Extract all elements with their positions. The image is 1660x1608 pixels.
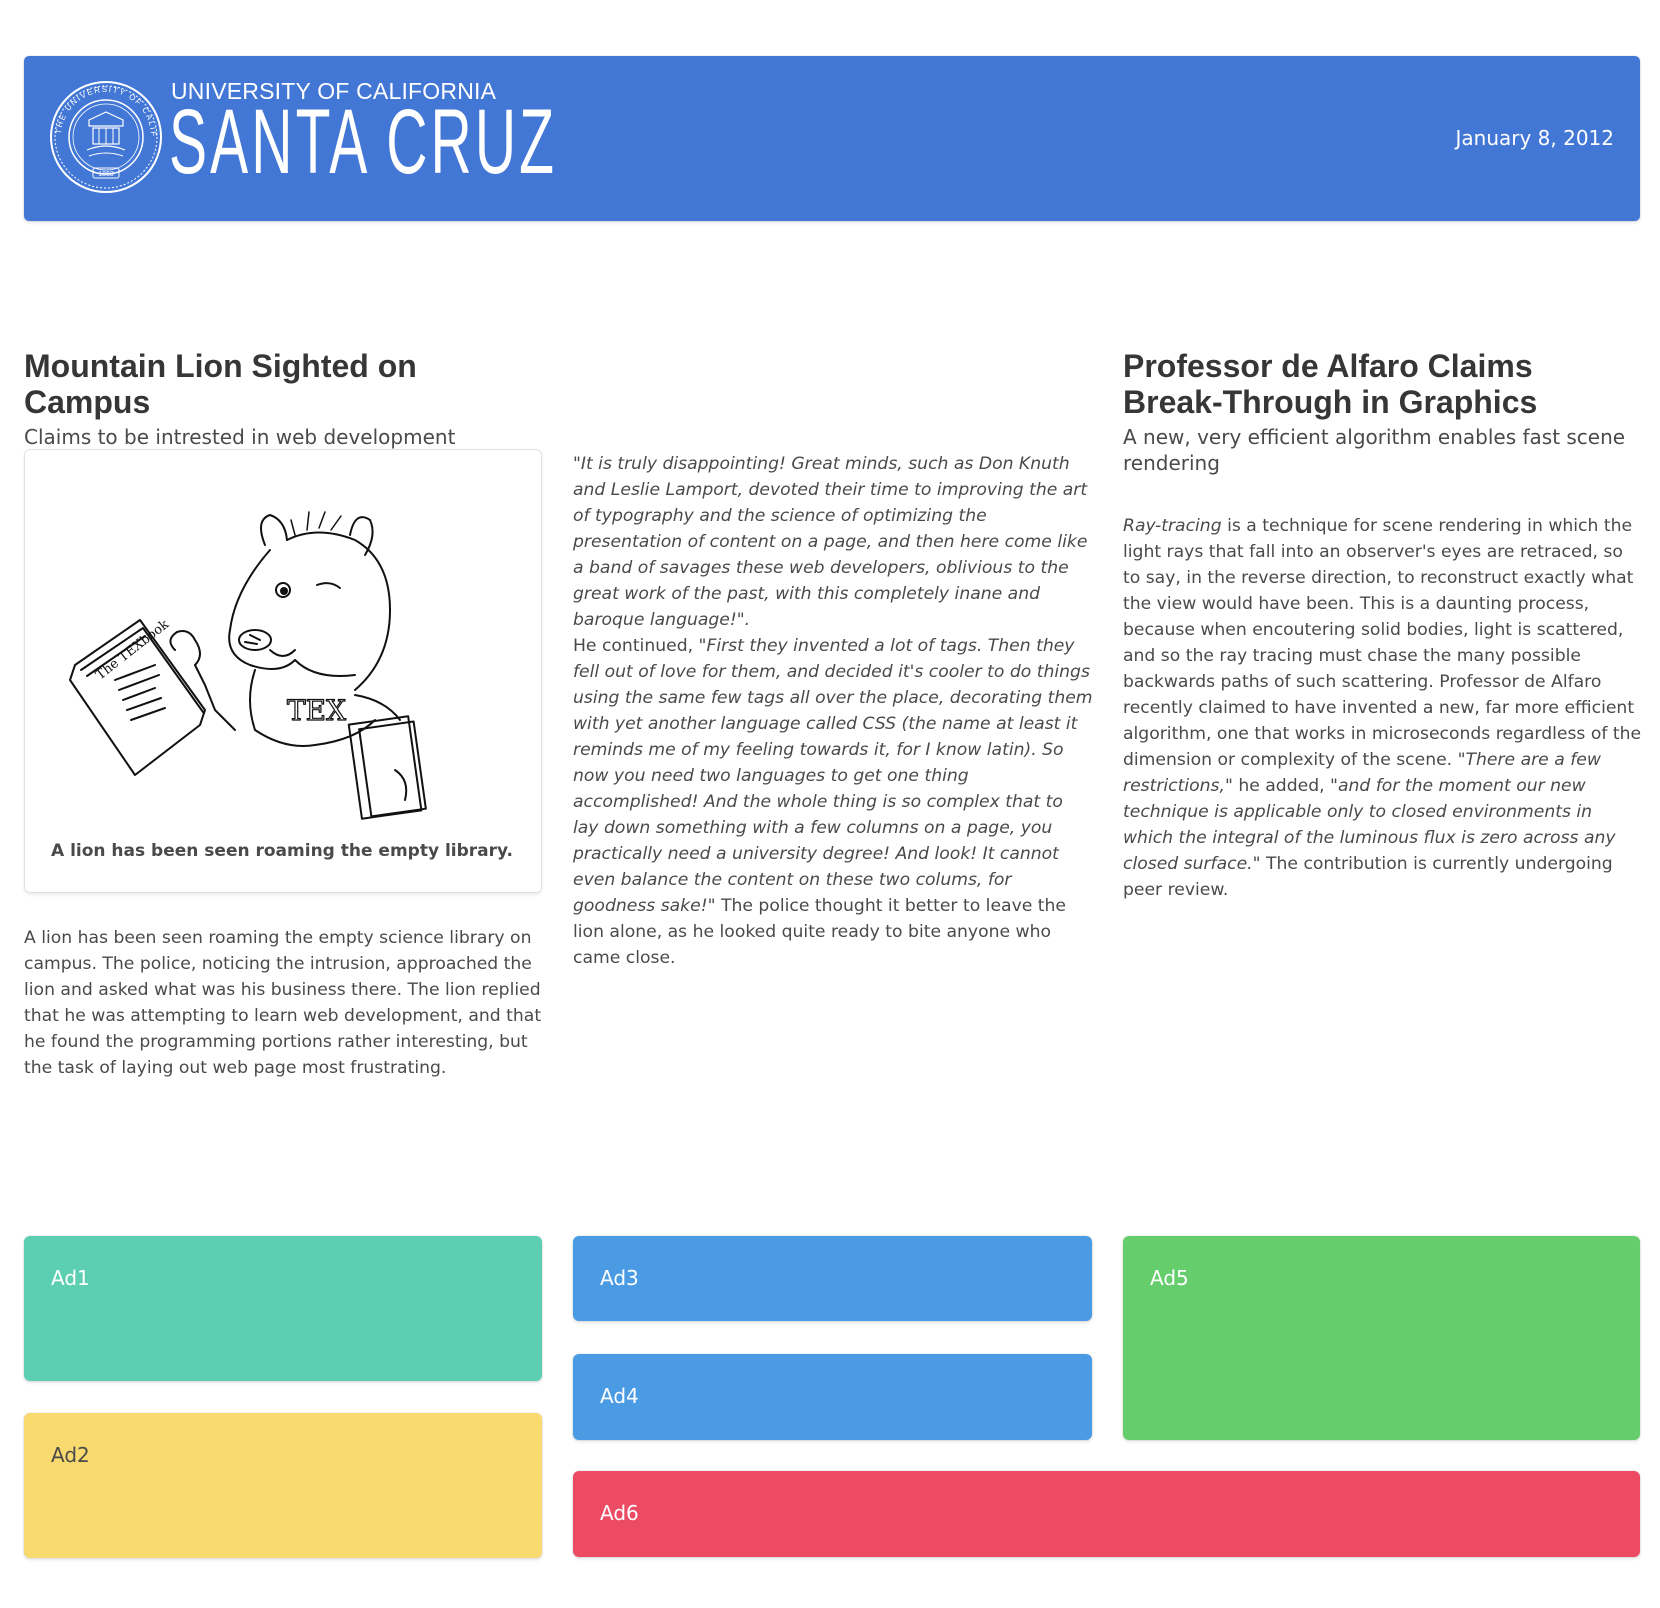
svg-text:1868: 1868 xyxy=(98,171,114,178)
article-graphics-header: Professor de Alfaro Claims Break-Through… xyxy=(1123,348,1641,476)
article-lion-body: A lion has been seen roaming the empty s… xyxy=(24,928,542,1078)
lion-illustration-icon: The TEXbook TEX xyxy=(69,511,427,820)
article-title: Professor de Alfaro Claims Break-Through… xyxy=(1123,348,1538,420)
quote-lead: He continued, xyxy=(573,636,699,656)
lion-quote-body: "It is truly disappointing! Great minds,… xyxy=(573,451,1093,971)
quote-first: "It is truly disappointing! Great minds,… xyxy=(573,454,1088,630)
quote-second: "First they invented a lot of tags. Then… xyxy=(573,636,1093,916)
ad-banner-1[interactable]: Ad1 xyxy=(24,1236,542,1381)
university-seal-icon: THE UNIVERSITY OF CALIFORNIA 1868 xyxy=(49,80,162,193)
header-date: January 8, 2012 xyxy=(1455,126,1614,150)
body-part-1: is a technique for scene rendering in wh… xyxy=(1123,516,1642,770)
svg-text:TEX: TEX xyxy=(287,694,346,727)
article-graphics-body: Ray-tracing is a technique for scene ren… xyxy=(1123,513,1643,903)
term-ray-tracing: Ray-tracing xyxy=(1123,516,1222,536)
ad-banner-5[interactable]: Ad5 xyxy=(1123,1236,1640,1440)
figure-caption: A lion has been seen roaming the empty l… xyxy=(51,841,514,861)
logo-campus-text: SANTA CRUZ xyxy=(169,91,558,193)
site-header: THE UNIVERSITY OF CALIFORNIA 1868 UNIVER… xyxy=(24,56,1640,221)
article-title: Mountain Lion Sighted on Campus xyxy=(24,348,417,420)
lion-figure-card: The TEXbook TEX A lion has been seen roa… xyxy=(24,449,542,893)
body-mid: he added, xyxy=(1232,776,1331,796)
ad-banner-4[interactable]: Ad4 xyxy=(573,1354,1092,1440)
article-subtitle: Claims to be intrested in web developmen… xyxy=(24,425,456,449)
ad-banner-3[interactable]: Ad3 xyxy=(573,1236,1092,1321)
ad-banner-6[interactable]: Ad6 xyxy=(573,1471,1640,1557)
ad-banner-2[interactable]: Ad2 xyxy=(24,1413,542,1558)
article-subtitle: A new, very efficient algorithm enables … xyxy=(1123,425,1626,475)
article-lion-header: Mountain Lion Sighted on Campus Claims t… xyxy=(24,348,542,450)
